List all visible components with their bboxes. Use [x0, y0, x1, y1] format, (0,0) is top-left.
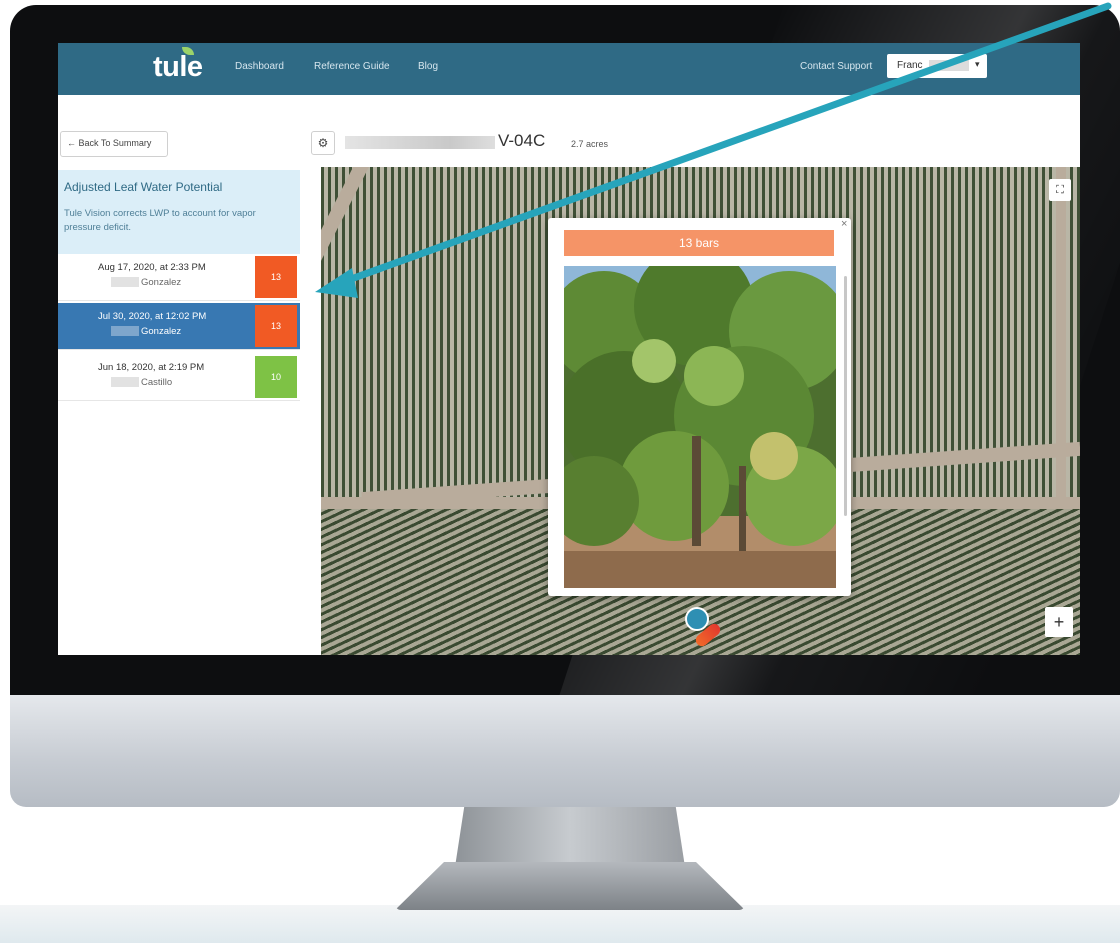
- callout-arrow-icon: [315, 2, 1112, 298]
